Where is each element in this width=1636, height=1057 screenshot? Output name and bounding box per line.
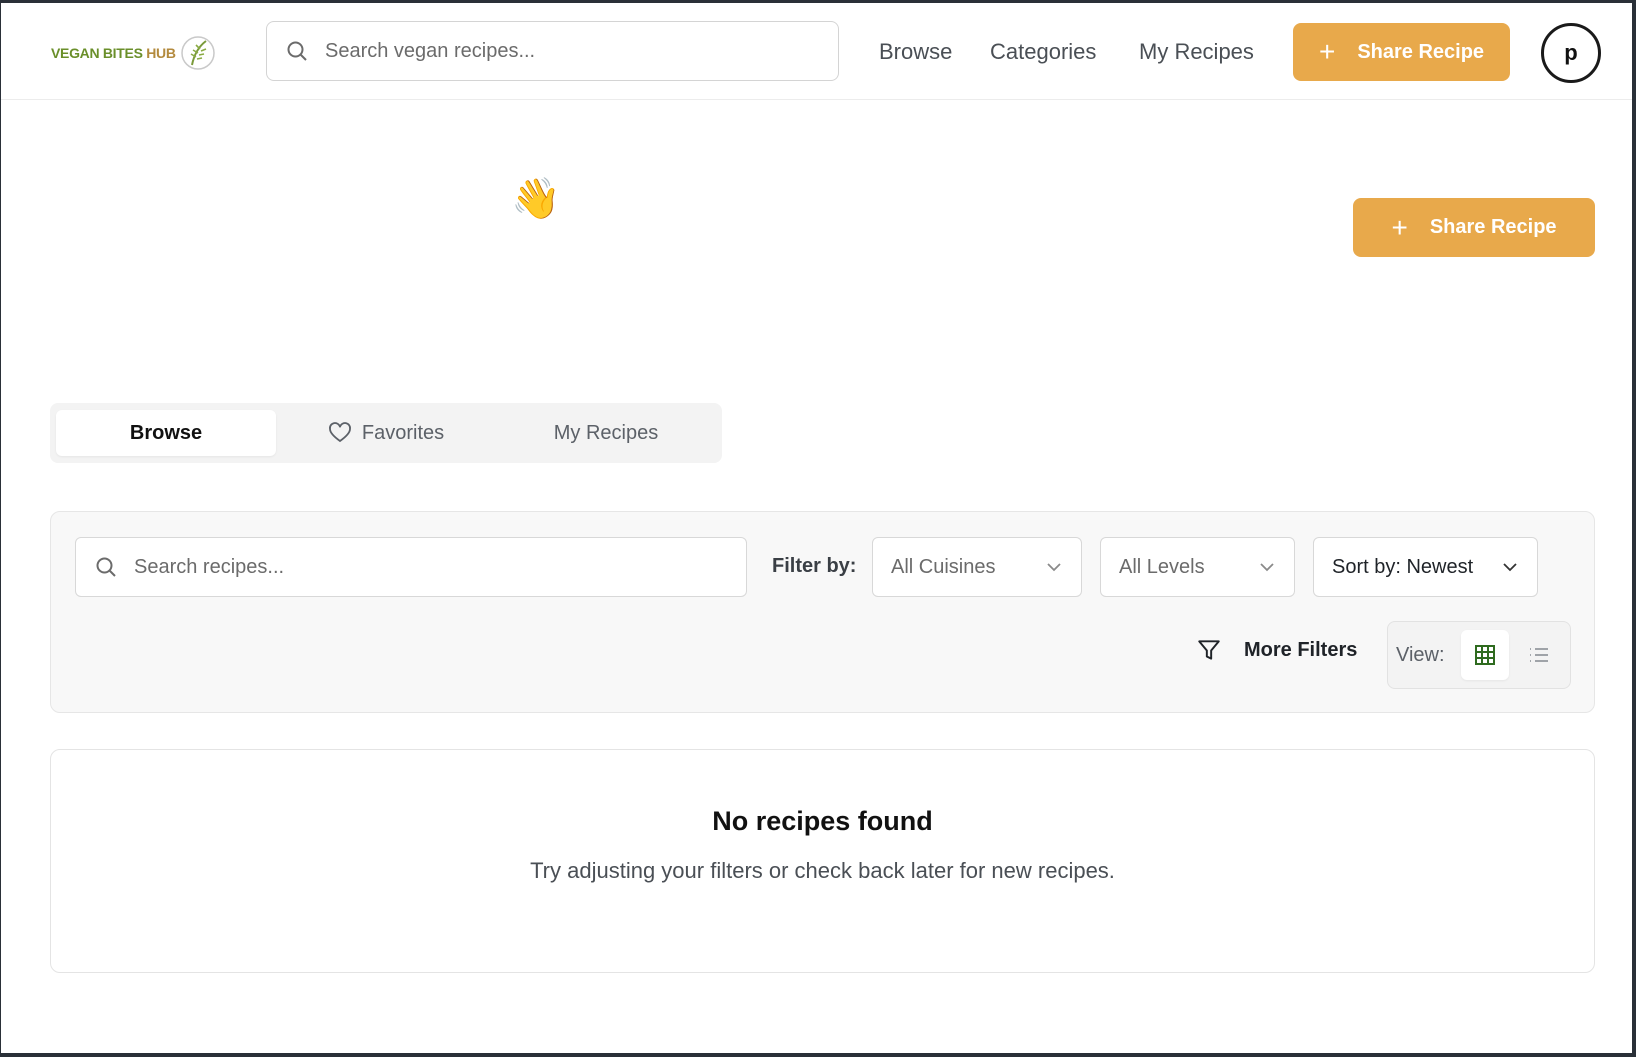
share-recipe-label: Share Recipe [1429, 216, 1557, 238]
list-view-button[interactable] [1515, 630, 1563, 680]
recipe-search-input[interactable] [134, 555, 714, 579]
nav-categories[interactable]: Categories [990, 39, 1096, 65]
grid-view-button[interactable] [1461, 630, 1509, 680]
cuisine-select[interactable]: All Cuisines [872, 537, 1082, 597]
site-logo[interactable]: VEGAN BITES HUB [51, 33, 216, 73]
nav-my-recipes[interactable]: My Recipes [1139, 39, 1254, 65]
more-filters-label: More Filters [1244, 638, 1358, 661]
share-recipe-label: Share Recipe [1357, 40, 1485, 63]
plus-icon: + [1391, 211, 1408, 243]
search-icon [287, 41, 307, 61]
filter-by-label: Filter by: [772, 555, 857, 577]
empty-state-message: Try adjusting your filters or check back… [530, 858, 1115, 883]
header-search-bar[interactable] [266, 21, 839, 81]
waving-hand-emoji: 👋 [511, 177, 561, 221]
tab-label: Browse [129, 421, 203, 444]
empty-state-card: No recipes found Try adjusting your filt… [50, 749, 1595, 973]
level-select[interactable]: All Levels [1100, 537, 1295, 597]
leaf-logo-icon [180, 36, 215, 70]
filter-panel: Filter by: All Cuisines All Levels Sort … [50, 511, 1595, 713]
chevron-down-icon [1260, 563, 1274, 572]
tab-label: Favorites [361, 421, 445, 444]
recipe-tabs: Browse Favorites My Recipes [50, 403, 722, 463]
logo-text: VEGAN BITES HUB [51, 45, 176, 61]
hero-share-recipe-button[interactable]: + Share Recipe [1353, 198, 1595, 257]
nav-browse[interactable]: Browse [879, 39, 952, 65]
user-avatar[interactable]: p [1541, 23, 1601, 83]
search-icon [96, 557, 116, 577]
filter-icon [1198, 640, 1220, 660]
more-filters-button[interactable]: More Filters [1196, 630, 1357, 670]
grid-view-icon [1475, 645, 1495, 665]
list-view-icon [1530, 648, 1548, 662]
tab-label: My Recipes [553, 421, 659, 444]
tab-my-recipes[interactable]: My Recipes [496, 410, 716, 456]
view-label: View: [1396, 644, 1445, 666]
tab-browse[interactable]: Browse [56, 410, 276, 456]
plus-icon: + [1318, 36, 1336, 67]
avatar-initial: p [1564, 40, 1578, 65]
cuisine-select-value: All Cuisines [891, 555, 996, 578]
view-toggle: View: [1387, 621, 1571, 689]
chevron-down-icon [1047, 563, 1061, 572]
sort-select-value: Sort by: Newest [1332, 555, 1474, 578]
empty-state-title: No recipes found [712, 806, 933, 836]
top-header: VEGAN BITES HUB Browse Categories My Rec… [1, 3, 1632, 100]
recipe-search-bar[interactable] [75, 537, 747, 597]
header-share-recipe-button[interactable]: + Share Recipe [1293, 23, 1510, 81]
tab-favorites[interactable]: Favorites [276, 410, 496, 456]
chevron-down-icon [1503, 563, 1517, 572]
heart-icon [328, 422, 351, 443]
sort-select[interactable]: Sort by: Newest [1313, 537, 1538, 597]
header-search-input[interactable] [325, 39, 805, 63]
level-select-value: All Levels [1119, 555, 1205, 578]
